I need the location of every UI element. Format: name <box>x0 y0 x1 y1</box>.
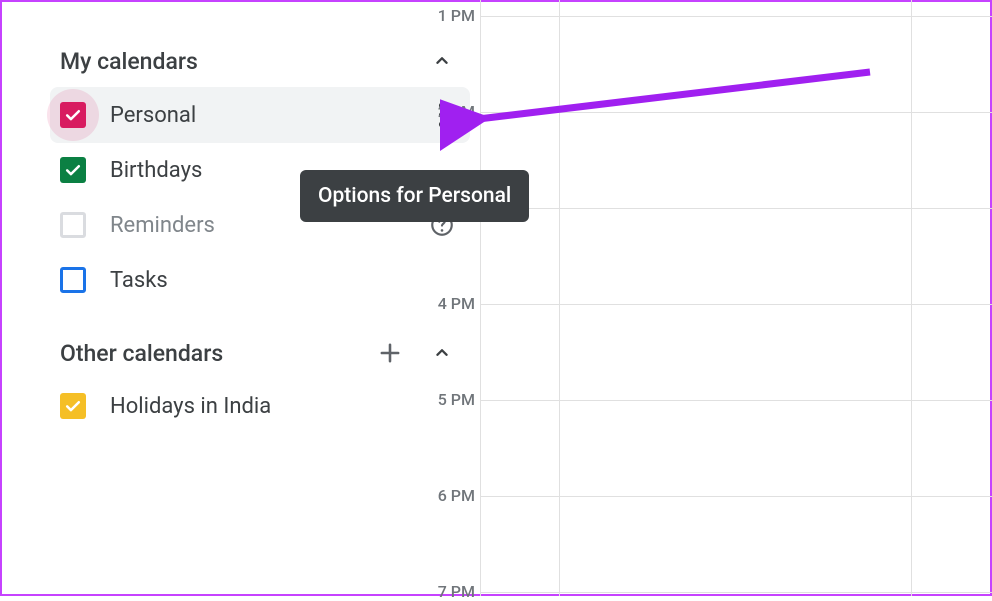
hour-row: 5 PM <box>481 400 992 401</box>
hour-label: 1 PM <box>419 6 475 25</box>
hour-row: 6 PM <box>481 496 992 497</box>
calendar-checkbox[interactable] <box>60 212 86 238</box>
hour-row: 3 PM <box>481 208 992 209</box>
hour-row: 1 PM <box>481 16 992 17</box>
calendar-label: Tasks <box>110 268 456 293</box>
calendar-checkbox[interactable] <box>60 157 86 183</box>
calendar-item-tasks[interactable]: Tasks <box>50 253 470 307</box>
calendar-checkbox[interactable] <box>60 267 86 293</box>
hour-label: 2 PM <box>419 102 475 121</box>
hour-label: 6 PM <box>419 486 475 505</box>
hour-row: 2 PM <box>481 112 992 113</box>
tooltip-options: Options for Personal <box>300 170 529 222</box>
hour-label: 5 PM <box>419 390 475 409</box>
calendar-label: Holidays in India <box>110 394 456 419</box>
hour-label: 7 PM <box>419 582 475 601</box>
calendar-grid[interactable]: 1 PM 2 PM 3 PM 4 PM 5 PM 6 PM 7 PM <box>480 0 992 596</box>
hour-label: 4 PM <box>419 294 475 313</box>
calendar-item-personal[interactable]: Personal <box>50 87 470 143</box>
grid-vline <box>911 0 912 596</box>
hour-row: 4 PM <box>481 304 992 305</box>
calendar-label: Personal <box>110 103 428 128</box>
calendar-checkbox[interactable] <box>60 102 86 128</box>
grid-vline <box>559 0 560 596</box>
calendar-checkbox[interactable] <box>60 393 86 419</box>
calendar-item-holidays-in-india[interactable]: Holidays in India <box>50 379 470 433</box>
hour-row: 7 PM <box>481 592 992 593</box>
